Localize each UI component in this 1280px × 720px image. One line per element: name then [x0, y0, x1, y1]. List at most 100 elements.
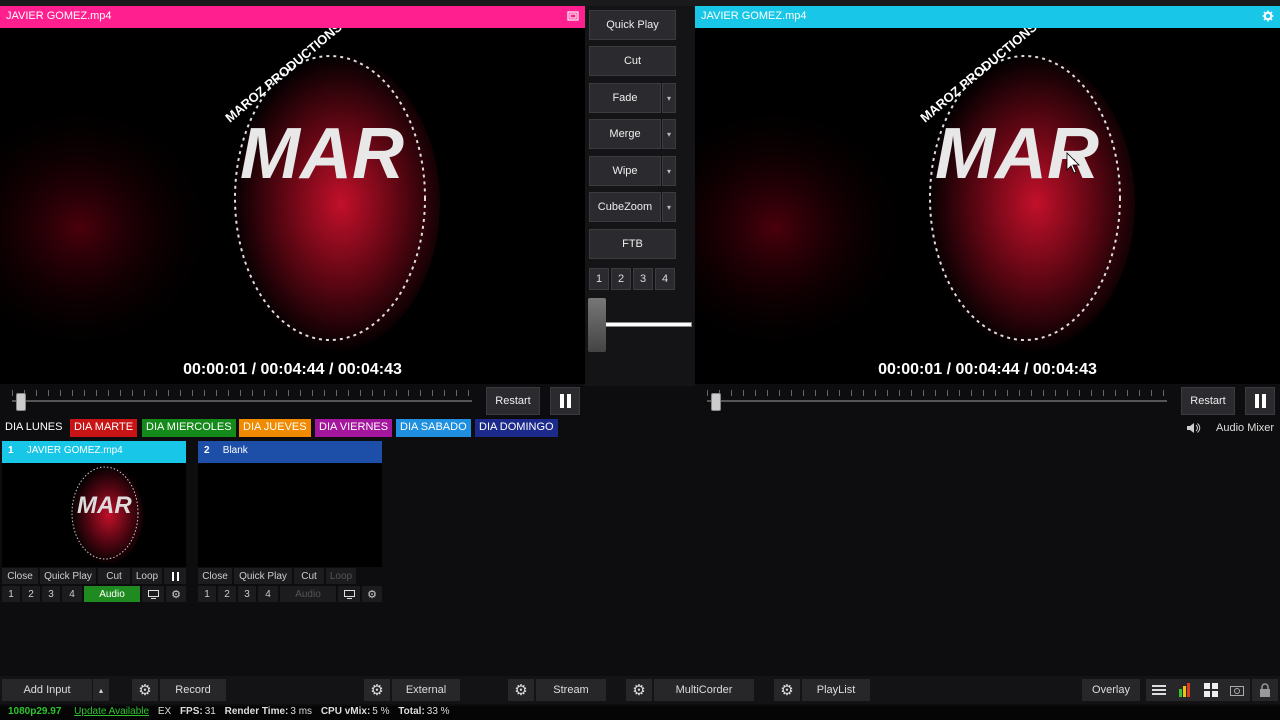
cubezoom-dropdown[interactable]: ▾ — [662, 192, 676, 222]
wipe-dropdown[interactable]: ▾ — [662, 156, 676, 186]
render-time-value: 3 ms — [290, 706, 313, 717]
gear-icon: ⚙ — [171, 588, 181, 601]
gear-icon: ⚙ — [367, 588, 377, 601]
preview-seek-handle[interactable] — [16, 393, 27, 411]
category-tab-viernes[interactable]: DIA VIERNES — [315, 419, 393, 437]
wipe-button[interactable]: Wipe — [589, 156, 661, 186]
playlist-settings-button[interactable]: ⚙ — [774, 679, 800, 701]
merge-dropdown[interactable]: ▾ — [662, 119, 676, 149]
input-1-cut-button[interactable]: Cut — [98, 568, 130, 584]
status-bar: 1080p29.97 Update Available EX FPS: 31 Re… — [0, 706, 1280, 720]
category-tab-lunes[interactable]: DIA LUNES — [1, 419, 66, 437]
multicorder-settings-button[interactable]: ⚙ — [626, 679, 652, 701]
record-settings-button[interactable]: ⚙ — [132, 679, 158, 701]
add-input-button[interactable]: Add Input — [2, 679, 92, 701]
input-2-loop-button[interactable]: Loop — [326, 568, 356, 584]
quick-play-button[interactable]: Quick Play — [589, 10, 676, 40]
input-1-pause-button[interactable] — [164, 568, 186, 584]
input-2-number-4[interactable]: 4 — [258, 586, 278, 602]
playlist-button[interactable]: PlayList — [802, 679, 870, 701]
chevron-down-icon: ▾ — [666, 129, 671, 139]
input-2-number-2[interactable]: 2 — [218, 586, 236, 602]
category-tab-domingo[interactable]: DIA DOMINGO — [475, 419, 558, 437]
input-2-cut-button[interactable]: Cut — [294, 568, 324, 584]
maroz-logo-image: MAR MAROZ PRODUCTIONS — [695, 28, 1280, 356]
input-2-thumbnail[interactable] — [198, 463, 382, 567]
transition-number-1[interactable]: 1 — [589, 268, 609, 290]
lock-icon — [1260, 683, 1270, 697]
output-seek-handle[interactable] — [711, 393, 722, 411]
snapshot-button[interactable] — [1224, 679, 1250, 701]
category-tab-marte[interactable]: DIA MARTE — [70, 419, 138, 437]
update-link[interactable]: Update Available — [74, 706, 149, 717]
input-1-loop-button[interactable]: Loop — [132, 568, 162, 584]
gear-icon: ⚙ — [780, 682, 794, 699]
gear-icon: ⚙ — [514, 682, 528, 699]
monitor-icon — [147, 589, 159, 599]
list-view-button[interactable] — [1146, 679, 1172, 701]
output-pause-button[interactable] — [1245, 387, 1275, 415]
category-tab-miercoles[interactable]: DIA MIERCOLES — [142, 419, 236, 437]
transition-number-4[interactable]: 4 — [655, 268, 675, 290]
cubezoom-button[interactable]: CubeZoom — [589, 192, 661, 222]
input-name: JAVIER GOMEZ.mp4 — [26, 445, 123, 456]
grid-view-button[interactable] — [1198, 679, 1224, 701]
add-input-dropdown[interactable]: ▴ — [93, 679, 109, 701]
vmix-window: JAVIER GOMEZ.mp4 MAR MAROZ PRODUCTIONS 0… — [0, 0, 1280, 720]
stream-button[interactable]: Stream — [536, 679, 606, 701]
input-1-number-4[interactable]: 4 — [62, 586, 82, 602]
preview-seek-track[interactable] — [12, 400, 472, 402]
input-1-number-3[interactable]: 3 — [42, 586, 60, 602]
overlay-button[interactable]: Overlay — [1082, 679, 1140, 701]
input-1-audio-button[interactable]: Audio — [84, 586, 140, 602]
input-1-close-button[interactable]: Close — [2, 568, 38, 584]
fade-dropdown[interactable]: ▾ — [662, 83, 676, 113]
output-seek-ticks — [707, 390, 1167, 396]
input-2-external-button[interactable] — [338, 586, 360, 602]
input-1-quickplay-button[interactable]: Quick Play — [40, 568, 96, 584]
input-1-header[interactable]: 1 JAVIER GOMEZ.mp4 — [2, 441, 186, 463]
preview-pause-button[interactable] — [550, 387, 580, 415]
t-bar-handle[interactable] — [588, 298, 606, 352]
output-seek-row: Restart — [695, 386, 1280, 416]
input-2-header[interactable]: 2 Blank — [198, 441, 382, 463]
fullscreen-icon[interactable] — [567, 10, 579, 22]
record-button[interactable]: Record — [160, 679, 226, 701]
multicorder-button[interactable]: MultiCorder — [654, 679, 754, 701]
render-time-label: Render Time: — [224, 706, 289, 717]
monitor-icon — [343, 589, 355, 599]
transition-number-3[interactable]: 3 — [633, 268, 653, 290]
merge-button[interactable]: Merge — [589, 119, 661, 149]
output-video[interactable]: MAR MAROZ PRODUCTIONS — [695, 28, 1280, 356]
input-1-thumbnail[interactable]: MAR — [2, 463, 186, 567]
input-1-number-1[interactable]: 1 — [2, 586, 20, 602]
input-2-number-3[interactable]: 3 — [238, 586, 256, 602]
cut-button[interactable]: Cut — [589, 46, 676, 76]
stream-settings-button[interactable]: ⚙ — [508, 679, 534, 701]
output-timecode: 00:00:01 / 00:04:44 / 00:04:43 — [695, 356, 1280, 384]
transition-number-2[interactable]: 2 — [611, 268, 631, 290]
gear-icon[interactable] — [1262, 10, 1274, 22]
levels-button[interactable] — [1172, 679, 1198, 701]
ftb-button[interactable]: FTB — [589, 229, 676, 259]
input-2-quickplay-button[interactable]: Quick Play — [234, 568, 292, 584]
external-button[interactable]: External — [392, 679, 460, 701]
input-2-close-button[interactable]: Close — [198, 568, 232, 584]
external-settings-button[interactable]: ⚙ — [364, 679, 390, 701]
category-tab-sabado[interactable]: DIA SABADO — [396, 419, 471, 437]
input-1-number-2[interactable]: 2 — [22, 586, 40, 602]
preview-video[interactable]: MAR MAROZ PRODUCTIONS — [0, 28, 585, 356]
output-seek-track[interactable] — [707, 400, 1167, 402]
category-tab-jueves[interactable]: DIA JUEVES — [239, 419, 311, 437]
input-1-external-button[interactable] — [142, 586, 164, 602]
preview-restart-button[interactable]: Restart — [486, 387, 540, 415]
input-2-settings-button[interactable]: ⚙ — [362, 586, 382, 602]
input-2-number-1[interactable]: 1 — [198, 586, 216, 602]
input-1-settings-button[interactable]: ⚙ — [166, 586, 186, 602]
output-restart-button[interactable]: Restart — [1181, 387, 1235, 415]
input-2-audio-button[interactable]: Audio — [280, 586, 336, 602]
lock-button[interactable] — [1252, 679, 1278, 701]
fade-button[interactable]: Fade — [589, 83, 661, 113]
audio-mixer-button[interactable]: Audio Mixer — [1186, 419, 1280, 437]
preview-title: JAVIER GOMEZ.mp4 — [6, 10, 112, 22]
